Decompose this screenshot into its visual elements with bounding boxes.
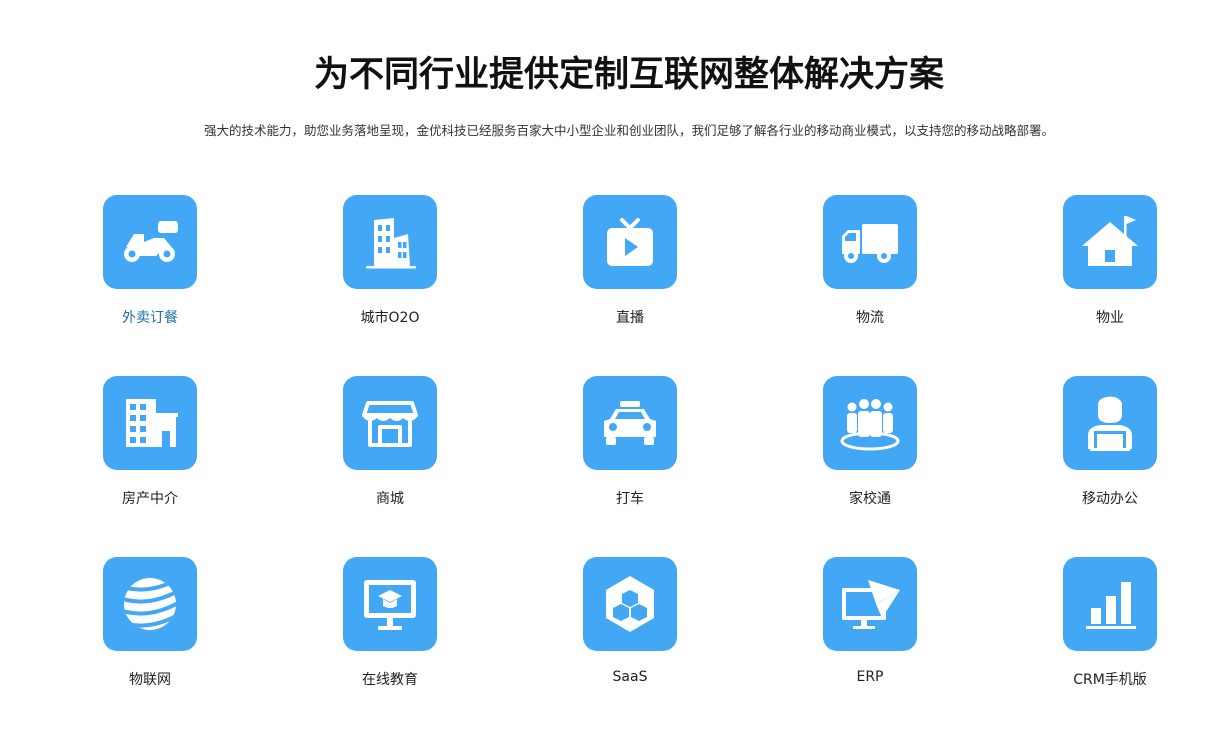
industry-tile-food-delivery[interactable]: 外卖订餐 (30, 195, 270, 376)
industry-label: 物流 (856, 310, 884, 326)
industry-label: 物联网 (129, 672, 171, 688)
industry-label: 商城 (376, 491, 404, 507)
tv-play-icon (583, 195, 677, 289)
industry-tile-logistics[interactable]: 物流 (750, 195, 990, 376)
industry-tile-taxi[interactable]: 打车 (510, 376, 750, 557)
industry-label: 外卖订餐 (122, 310, 178, 326)
city-buildings-icon (343, 195, 437, 289)
industry-label: 家校通 (849, 491, 891, 507)
industry-label: ERP (856, 669, 884, 685)
industry-tile-city-o2o[interactable]: 城市O2O (270, 195, 510, 376)
industry-grid: 外卖订餐 城市O2O 直播 物流 物业 房产中介 商城 打车 家校通 移动办公 … (30, 195, 1215, 730)
industry-row: 物联网 在线教育 SaaS ERP CRM手机版 (30, 557, 1215, 730)
apartment-building-icon (103, 376, 197, 470)
industry-label: 打车 (616, 491, 644, 507)
industry-tile-saas[interactable]: SaaS (510, 557, 750, 730)
industry-tile-real-estate[interactable]: 房产中介 (30, 376, 270, 557)
industry-label: 房产中介 (122, 491, 178, 507)
industry-label: CRM手机版 (1073, 672, 1147, 688)
industry-tile-mall[interactable]: 商城 (270, 376, 510, 557)
globe-icon (103, 557, 197, 651)
industry-tile-erp[interactable]: ERP (750, 557, 990, 730)
industry-tile-live-streaming[interactable]: 直播 (510, 195, 750, 376)
industry-label: 在线教育 (362, 672, 418, 688)
industry-tile-home-school[interactable]: 家校通 (750, 376, 990, 557)
hexagon-cubes-icon (583, 557, 677, 651)
industry-tile-online-education[interactable]: 在线教育 (270, 557, 510, 730)
taxi-icon (583, 376, 677, 470)
industry-tile-property[interactable]: 物业 (990, 195, 1215, 376)
people-group-icon (823, 376, 917, 470)
bar-chart-icon (1063, 557, 1157, 651)
office-worker-icon (1063, 376, 1157, 470)
industry-tile-crm-mobile[interactable]: CRM手机版 (990, 557, 1215, 730)
house-flag-icon (1063, 195, 1157, 289)
industry-label: 直播 (616, 310, 644, 326)
monitor-graduation-cap-icon (343, 557, 437, 651)
solutions-section: 为不同行业提供定制互联网整体解决方案 强大的技术能力，助您业务落地呈现，金优科技… (0, 0, 1215, 730)
scooter-icon (103, 195, 197, 289)
industry-label: 城市O2O (360, 310, 420, 326)
industry-label: 移动办公 (1082, 491, 1138, 507)
page-title: 为不同行业提供定制互联网整体解决方案 (313, 55, 944, 95)
truck-icon (823, 195, 917, 289)
industry-label: 物业 (1096, 310, 1124, 326)
industry-label: SaaS (612, 669, 648, 685)
industry-row: 外卖订餐 城市O2O 直播 物流 物业 (30, 195, 1215, 376)
industry-row: 房产中介 商城 打车 家校通 移动办公 (30, 376, 1215, 557)
industry-tile-mobile-office[interactable]: 移动办公 (990, 376, 1215, 557)
storefront-icon (343, 376, 437, 470)
monitor-paper-plane-icon (823, 557, 917, 651)
page-subtitle: 强大的技术能力，助您业务落地呈现，金优科技已经服务百家大中小型企业和创业团队，我… (203, 123, 1054, 138)
industry-tile-iot[interactable]: 物联网 (30, 557, 270, 730)
